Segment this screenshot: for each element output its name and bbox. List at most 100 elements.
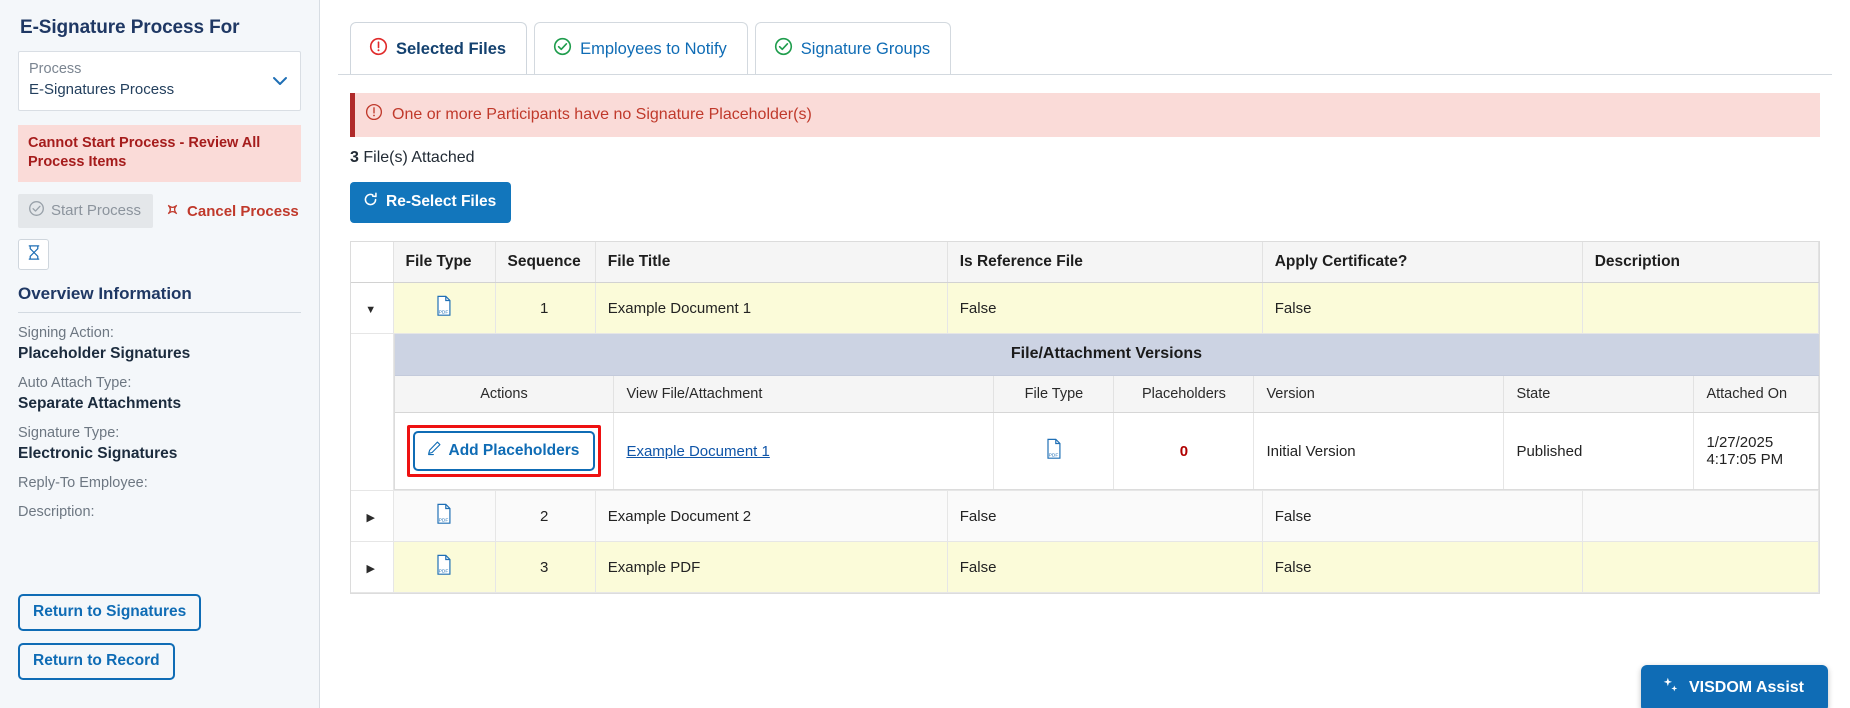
participants-alert-banner: One or more Participants have no Signatu… xyxy=(350,93,1820,137)
pdf-file-icon: PDF xyxy=(434,295,453,321)
tab-employees-to-notify[interactable]: Employees to Notify xyxy=(534,22,748,74)
row-apply-certificate: False xyxy=(1262,541,1583,593)
row-file-title: Example Document 2 xyxy=(595,490,948,542)
row-file-type: PDF xyxy=(393,490,496,542)
files-table-wrapper: File Type Sequence File Title Is Referen… xyxy=(350,241,1820,594)
sub-view-cell[interactable]: Example Document 1 xyxy=(613,412,995,490)
subheader-version: Version xyxy=(1253,376,1505,413)
sidebar-actions: Start Process Cancel Process xyxy=(18,194,301,228)
svg-text:PDF: PDF xyxy=(438,568,448,574)
detail-label: Reply-To Employee: xyxy=(18,475,148,491)
files-table-body: ▼ PDF 1 Example Document 1 False False F… xyxy=(351,282,1820,593)
refresh-icon xyxy=(362,191,379,213)
row-expand-toggle[interactable]: ▼ xyxy=(351,282,394,334)
sidebar: E-Signature Process For Process E-Signat… xyxy=(0,0,320,708)
file-versions-table: Actions View File/Attachment File Type P… xyxy=(394,376,1819,490)
chevron-right-icon[interactable]: ▶ xyxy=(367,562,375,575)
return-to-record-button[interactable]: Return to Record xyxy=(18,643,175,680)
header-description: Description xyxy=(1582,242,1820,283)
row-apply-certificate: False xyxy=(1262,282,1583,334)
table-row[interactable]: ▶ PDF 2 Example Document 2 False False xyxy=(351,490,1820,542)
visdom-assist-button[interactable]: VISDOM Assist xyxy=(1641,665,1828,708)
re-select-files-button[interactable]: Re-Select Files xyxy=(350,182,512,223)
table-row[interactable]: ▶ PDF 3 Example PDF False False xyxy=(351,541,1820,593)
row-expand-toggle[interactable]: ▶ xyxy=(351,541,394,593)
tab-bar: Selected Files Employees to Notify Signa… xyxy=(338,0,1832,74)
process-select-label: Process xyxy=(29,61,82,77)
highlight-box: Add Placeholders xyxy=(406,425,602,477)
detail-auto-attach-type: Auto Attach Type: Separate Attachments xyxy=(18,373,301,414)
cannot-start-alert: Cannot Start Process - Review All Proces… xyxy=(18,125,301,182)
add-placeholders-button[interactable]: Add Placeholders xyxy=(412,431,596,471)
sub-state-cell: Published xyxy=(1503,412,1695,490)
pdf-file-icon: PDF xyxy=(1044,438,1063,464)
subheader-actions: Actions xyxy=(394,376,615,413)
sub-actions-cell: Add Placeholders xyxy=(394,412,615,490)
view-file-link[interactable]: Example Document 1 xyxy=(626,443,769,460)
detail-label: Signature Type: xyxy=(18,425,120,441)
start-process-label: Start Process xyxy=(51,202,142,219)
subheader-file-type: File Type xyxy=(993,376,1115,413)
detail-label: Signing Action: xyxy=(18,325,114,341)
sub-file-type-cell: PDF xyxy=(993,412,1115,490)
sub-version-cell: Initial Version xyxy=(1253,412,1505,490)
add-placeholders-label: Add Placeholders xyxy=(448,441,580,459)
detail-reply-to-employee: Reply-To Employee: xyxy=(18,473,301,493)
file-versions-body: Add Placeholders Example Document 1 PDF … xyxy=(394,412,1819,490)
sub-placeholders-cell: 0 xyxy=(1113,412,1255,490)
hourglass-icon xyxy=(26,244,42,266)
process-select-value: E-Signatures Process xyxy=(29,81,175,98)
tab-selected-files[interactable]: Selected Files xyxy=(350,22,528,74)
detail-value: Electronic Signatures xyxy=(18,445,178,462)
header-sequence: Sequence xyxy=(495,242,596,283)
start-process-button[interactable]: Start Process xyxy=(18,194,154,228)
row-apply-certificate: False xyxy=(1262,490,1583,542)
return-to-signatures-button[interactable]: Return to Signatures xyxy=(18,594,202,631)
detail-label: Auto Attach Type: xyxy=(18,375,132,391)
cancel-process-button[interactable]: Cancel Process xyxy=(164,201,299,222)
detail-value: Separate Attachments xyxy=(18,395,182,412)
file-versions-panel: File/Attachment Versions Actions View Fi… xyxy=(393,333,1819,491)
subheader-view-file: View File/Attachment xyxy=(613,376,995,413)
chevron-down-icon[interactable]: ▼ xyxy=(365,304,376,316)
row-file-type: PDF xyxy=(393,282,496,334)
tab-label: Signature Groups xyxy=(800,39,931,58)
participants-alert-text: One or more Participants have no Signatu… xyxy=(392,105,812,123)
header-is-reference-file: Is Reference File xyxy=(947,242,1263,283)
history-hourglass-button[interactable] xyxy=(18,239,49,270)
row-is-reference: False xyxy=(947,282,1263,334)
row-description xyxy=(1582,490,1820,542)
chevron-right-icon[interactable]: ▶ xyxy=(367,511,375,524)
pencil-icon xyxy=(426,440,442,461)
tab-signature-groups[interactable]: Signature Groups xyxy=(754,22,952,74)
subheader-attached-on: Attached On xyxy=(1693,376,1819,413)
app-root: E-Signature Process For Process E-Signat… xyxy=(0,0,1850,708)
row-is-reference: False xyxy=(947,541,1263,593)
detail-signing-action: Signing Action: Placeholder Signatures xyxy=(18,323,301,364)
table-row[interactable]: ▼ PDF 1 Example Document 1 False False xyxy=(351,282,1820,334)
detail-value: Placeholder Signatures xyxy=(18,345,191,362)
row-sequence: 3 xyxy=(495,541,596,593)
row-sequence: 1 xyxy=(495,282,596,334)
chevron-down-icon[interactable] xyxy=(270,71,290,91)
re-select-files-label: Re-Select Files xyxy=(386,193,497,210)
subheader-state: State xyxy=(1503,376,1695,413)
row-expand-toggle[interactable]: ▶ xyxy=(351,490,394,542)
file-count-number: 3 xyxy=(350,149,359,166)
svg-text:PDF: PDF xyxy=(438,517,448,523)
file-versions-wrapper: File/Attachment Versions Actions View Fi… xyxy=(393,334,1819,490)
subtable-row: Add Placeholders Example Document 1 PDF … xyxy=(394,412,1819,490)
sub-attached-on-cell: 1/27/2025 4:17:05 PM xyxy=(1693,412,1819,490)
main-content: Selected Files Employees to Notify Signa… xyxy=(320,0,1850,708)
detail-description: Description: xyxy=(18,502,301,522)
header-file-type: File Type xyxy=(393,242,496,283)
sparkle-icon xyxy=(1661,676,1680,700)
divider xyxy=(18,312,301,313)
warning-circle-icon xyxy=(365,103,383,126)
row-file-title: Example PDF xyxy=(595,541,948,593)
row-description xyxy=(1582,282,1820,334)
warning-circle-icon xyxy=(369,37,388,61)
process-select[interactable]: Process E-Signatures Process xyxy=(18,51,301,111)
file-count: 3 File(s) Attached xyxy=(338,137,1832,167)
page-title: E-Signature Process For xyxy=(20,17,240,38)
